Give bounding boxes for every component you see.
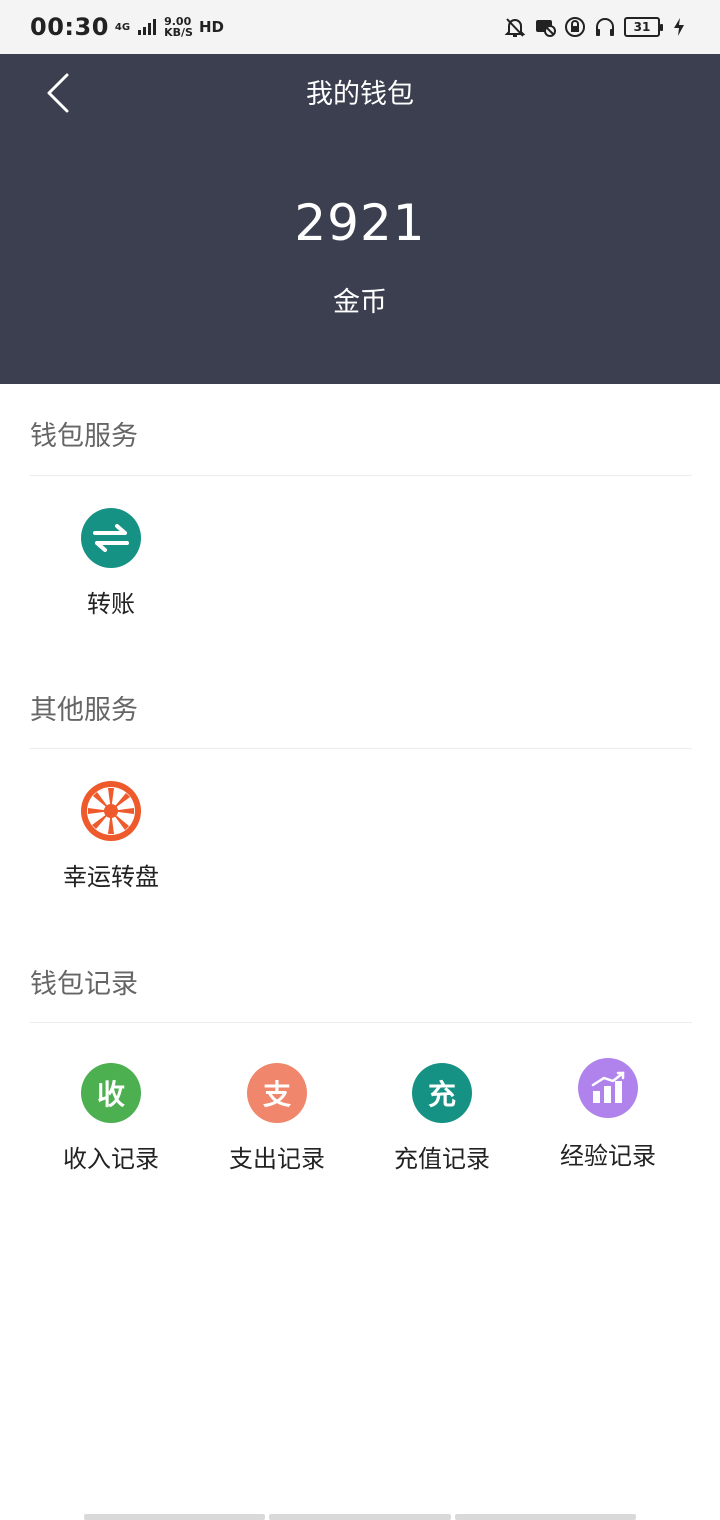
income-records-button[interactable]: 收 收入记录 xyxy=(36,1063,186,1174)
income-icon: 收 xyxy=(81,1063,141,1123)
lucky-wheel-label: 幸运转盘 xyxy=(63,863,159,891)
nav-segment xyxy=(84,1514,266,1520)
coin-balance: 2921 xyxy=(294,194,426,252)
section-divider xyxy=(30,475,692,476)
battery-indicator: 31 xyxy=(624,17,663,37)
status-right: 31 xyxy=(504,16,690,38)
experience-records-label: 经验记录 xyxy=(560,1142,656,1170)
headphones-icon xyxy=(594,16,616,38)
message-blocked-icon xyxy=(534,16,556,38)
transfer-label: 转账 xyxy=(87,590,135,618)
signal-icon xyxy=(136,16,158,38)
transfer-arrows-icon xyxy=(81,508,141,568)
experience-records-button[interactable]: 经验记录 xyxy=(533,1058,683,1171)
expense-records-button[interactable]: 支 支出记录 xyxy=(202,1063,352,1174)
lucky-wheel-button[interactable]: 幸运转盘 xyxy=(36,781,186,892)
hd-badge: HD xyxy=(198,18,224,36)
nav-segment xyxy=(269,1514,451,1520)
expense-icon: 支 xyxy=(247,1063,307,1123)
page-title: 我的钱包 xyxy=(306,79,414,110)
status-time: 00:30 xyxy=(30,13,109,41)
speed-unit: KB/S xyxy=(164,26,193,39)
recharge-records-button[interactable]: 充 充值记录 xyxy=(367,1063,517,1174)
nav-segment xyxy=(454,1514,636,1520)
bell-off-icon xyxy=(504,16,526,38)
network-speed: 9.00 KB/S xyxy=(164,16,193,38)
wallet-header: 我的钱包 2921 金币 xyxy=(0,54,720,384)
expense-records-label: 支出记录 xyxy=(229,1145,325,1173)
wallet-page: 00:30 4G 9.00 KB/S HD 31 我的钱包 2921 金币 钱包… xyxy=(0,0,720,1520)
recharge-records-label: 充值记录 xyxy=(394,1145,490,1173)
status-left: 00:30 4G 9.00 KB/S HD xyxy=(30,13,224,41)
navigation-gesture-bar[interactable] xyxy=(84,1514,636,1520)
income-records-label: 收入记录 xyxy=(63,1145,159,1173)
coin-unit-label: 金币 xyxy=(333,287,387,318)
section-divider xyxy=(30,748,692,749)
section-divider xyxy=(30,1022,692,1023)
status-bar: 00:30 4G 9.00 KB/S HD 31 xyxy=(0,0,720,54)
lucky-wheel-icon xyxy=(81,781,141,841)
recharge-icon: 充 xyxy=(412,1063,472,1123)
charging-icon xyxy=(668,16,690,38)
rotation-lock-icon xyxy=(564,16,586,38)
section-title-wallet-records: 钱包记录 xyxy=(30,969,138,1000)
transfer-button[interactable]: 转账 xyxy=(36,508,186,619)
section-title-wallet-service: 钱包服务 xyxy=(30,421,138,452)
network-type: 4G xyxy=(114,21,131,33)
section-title-other-service: 其他服务 xyxy=(30,695,138,726)
experience-chart-icon xyxy=(578,1058,638,1118)
